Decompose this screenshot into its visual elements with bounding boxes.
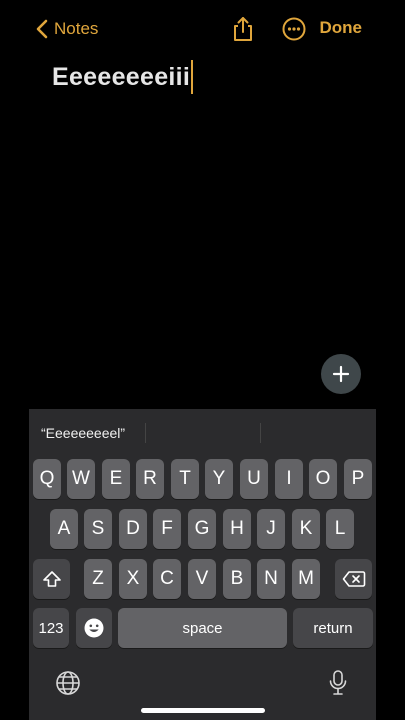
key-j[interactable]: J bbox=[257, 509, 285, 549]
suggestion-1[interactable]: “Eeeeeeeeel” bbox=[41, 425, 125, 441]
delete-key[interactable] bbox=[335, 559, 372, 599]
microphone-icon bbox=[329, 670, 347, 695]
key-h[interactable]: H bbox=[223, 509, 251, 549]
share-icon bbox=[234, 17, 252, 41]
text-cursor bbox=[191, 60, 194, 94]
emoji-icon bbox=[84, 618, 104, 638]
space-key[interactable]: space bbox=[118, 608, 287, 648]
chevron-left-icon bbox=[36, 19, 48, 39]
key-f[interactable]: F bbox=[153, 509, 181, 549]
key-s[interactable]: S bbox=[84, 509, 112, 549]
ellipsis-circle-icon bbox=[282, 17, 306, 41]
key-o[interactable]: O bbox=[309, 459, 337, 499]
key-u[interactable]: U bbox=[240, 459, 268, 499]
key-w[interactable]: W bbox=[67, 459, 95, 499]
back-label: Notes bbox=[54, 19, 99, 38]
key-i[interactable]: I bbox=[275, 459, 303, 499]
done-button[interactable]: Done bbox=[320, 18, 363, 38]
key-e[interactable]: E bbox=[102, 459, 130, 499]
key-m[interactable]: M bbox=[292, 559, 320, 599]
key-d[interactable]: D bbox=[119, 509, 147, 549]
key-v[interactable]: V bbox=[188, 559, 216, 599]
delete-backspace-icon bbox=[342, 571, 365, 587]
globe-button[interactable] bbox=[53, 668, 83, 698]
key-a[interactable]: A bbox=[50, 509, 78, 549]
key-p[interactable]: P bbox=[344, 459, 372, 499]
share-button[interactable] bbox=[230, 16, 256, 42]
shift-key[interactable] bbox=[33, 559, 70, 599]
key-r[interactable]: R bbox=[136, 459, 164, 499]
plus-icon bbox=[332, 365, 350, 383]
key-n[interactable]: N bbox=[257, 559, 285, 599]
key-c[interactable]: C bbox=[153, 559, 181, 599]
emoji-key[interactable] bbox=[76, 608, 112, 648]
add-button[interactable] bbox=[321, 354, 361, 394]
shift-icon bbox=[42, 571, 61, 587]
suggestion-divider bbox=[145, 423, 146, 443]
key-b[interactable]: B bbox=[223, 559, 251, 599]
dictation-button[interactable] bbox=[323, 668, 353, 698]
home-indicator[interactable] bbox=[141, 708, 265, 713]
suggestion-bar: “Eeeeeeeeel” bbox=[29, 409, 376, 455]
key-t[interactable]: T bbox=[171, 459, 199, 499]
key-z[interactable]: Z bbox=[84, 559, 112, 599]
key-q[interactable]: Q bbox=[33, 459, 61, 499]
key-k[interactable]: K bbox=[292, 509, 320, 549]
navigation-bar: Notes Done bbox=[0, 0, 405, 58]
key-l[interactable]: L bbox=[326, 509, 354, 549]
key-g[interactable]: G bbox=[188, 509, 216, 549]
back-button[interactable]: Notes bbox=[36, 17, 98, 41]
key-x[interactable]: X bbox=[119, 559, 147, 599]
suggestion-divider bbox=[260, 423, 261, 443]
globe-icon bbox=[56, 671, 80, 695]
numbers-key[interactable]: 123 bbox=[33, 608, 69, 648]
more-button[interactable] bbox=[281, 16, 307, 42]
return-key[interactable]: return bbox=[293, 608, 373, 648]
note-body[interactable]: Eeeeeeeeiii bbox=[52, 60, 194, 94]
key-y[interactable]: Y bbox=[205, 459, 233, 499]
note-title-text: Eeeeeeeeiii bbox=[52, 62, 191, 91]
